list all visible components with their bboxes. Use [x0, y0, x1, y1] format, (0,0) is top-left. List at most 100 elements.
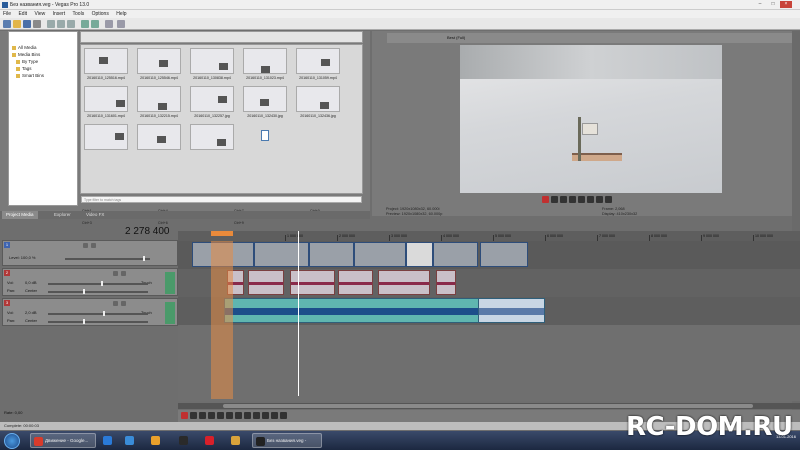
track-header-audio-1[interactable]: 2 Vol: 0,0 dB Pan: Center Touch	[2, 268, 178, 296]
media-item-thumbnail[interactable]	[137, 86, 181, 112]
audio-clip[interactable]	[436, 270, 456, 295]
redo-icon[interactable]	[91, 20, 99, 28]
record-icon[interactable]	[181, 412, 188, 419]
media-item-thumbnail[interactable]	[84, 86, 128, 112]
track-header-video[interactable]: 1 Level: 100,0 %	[2, 240, 178, 266]
time-ruler[interactable]: 1 000 000 2 000 000 3 000 000 4 000 000 5 00…	[178, 231, 800, 241]
media-item-thumbnail[interactable]	[137, 48, 181, 74]
taskbar-item[interactable]: Движение - Google...	[30, 433, 96, 448]
pause-icon[interactable]	[217, 412, 224, 419]
media-item-thumbnail[interactable]	[190, 86, 234, 112]
tab-explorer[interactable]: Explorer	[50, 211, 75, 219]
loop-region-bar[interactable]	[211, 231, 233, 236]
play-icon[interactable]	[208, 412, 215, 419]
paste-icon[interactable]	[67, 20, 75, 28]
media-item-thumbnail[interactable]	[84, 48, 128, 74]
tag-filter-input[interactable]: Type filter to match tags	[81, 196, 362, 203]
close-button[interactable]: ×	[780, 1, 792, 8]
tree-item-media-bins[interactable]: Media Bins	[12, 52, 40, 57]
tree-item-smart-bins[interactable]: Smart Bins	[16, 73, 44, 78]
loop-icon[interactable]	[190, 412, 197, 419]
mute-icon[interactable]	[113, 271, 118, 276]
new-project-icon[interactable]	[3, 20, 11, 28]
solo-icon[interactable]	[91, 243, 96, 248]
audio-clip[interactable]	[338, 270, 373, 295]
tree-item-tags[interactable]: Tags	[16, 66, 32, 71]
volume-knob[interactable]	[101, 281, 103, 286]
audio-clip[interactable]	[378, 270, 430, 295]
taskbar-item[interactable]	[228, 433, 250, 448]
video-clip[interactable]	[254, 242, 309, 267]
audio-clip[interactable]	[248, 270, 284, 295]
media-item-thumbnail[interactable]	[243, 86, 287, 112]
audio-track-lane-1[interactable]	[178, 269, 800, 297]
open-icon[interactable]	[13, 20, 21, 28]
copy-icon[interactable]	[57, 20, 65, 28]
preview-next-frame-icon[interactable]	[605, 196, 612, 203]
undo-icon[interactable]	[81, 20, 89, 28]
media-item-thumbnail[interactable]	[190, 48, 234, 74]
media-item-thumbnail[interactable]	[296, 48, 340, 74]
video-clip[interactable]	[433, 242, 478, 267]
pan-slider[interactable]	[48, 291, 148, 293]
pan-slider[interactable]	[48, 321, 148, 323]
preview-loop-icon[interactable]	[551, 196, 558, 203]
pan-knob[interactable]	[83, 289, 85, 294]
go-to-end-icon[interactable]	[262, 412, 269, 419]
save-icon[interactable]	[23, 20, 31, 28]
scrollbar-thumb[interactable]	[223, 404, 753, 408]
taskbar-item[interactable]	[148, 433, 170, 448]
media-item-thumbnail[interactable]	[243, 48, 287, 74]
media-item-thumbnail[interactable]	[84, 124, 128, 150]
menu-options[interactable]: Options	[89, 10, 112, 18]
preview-play-icon[interactable]	[569, 196, 576, 203]
mute-icon[interactable]	[113, 301, 118, 306]
level-slider-knob[interactable]	[143, 256, 145, 261]
envelope-tool-icon[interactable]	[117, 20, 125, 28]
preview-play-from-start-icon[interactable]	[560, 196, 567, 203]
media-item-document[interactable]	[243, 124, 287, 150]
video-clip[interactable]	[309, 242, 354, 267]
play-from-start-icon[interactable]	[199, 412, 206, 419]
media-item-thumbnail[interactable]	[296, 86, 340, 112]
properties-icon[interactable]	[33, 20, 41, 28]
rewind-icon[interactable]	[271, 412, 278, 419]
track-header-audio-2[interactable]: 3 Vol: 2,0 dB Pan: Center Touch	[2, 298, 178, 326]
tab-project-media[interactable]: Project Media	[2, 211, 38, 219]
start-button[interactable]	[4, 433, 20, 449]
next-frame-icon[interactable]	[244, 412, 251, 419]
solo-icon[interactable]	[121, 301, 126, 306]
pan-knob[interactable]	[83, 319, 85, 324]
prev-frame-icon[interactable]	[235, 412, 242, 419]
taskbar-item[interactable]	[122, 433, 142, 448]
audio-clip[interactable]	[290, 270, 335, 295]
mute-icon[interactable]	[83, 243, 88, 248]
menu-edit[interactable]: Edit	[15, 10, 30, 18]
video-clip[interactable]	[480, 242, 528, 267]
volume-slider[interactable]	[48, 313, 148, 315]
menu-tools[interactable]: Tools	[70, 10, 88, 18]
audio-clip[interactable]	[478, 298, 545, 323]
taskbar-item[interactable]	[176, 433, 198, 448]
playhead-cursor[interactable]	[298, 231, 299, 396]
media-item-thumbnail[interactable]	[190, 124, 234, 150]
volume-slider[interactable]	[48, 283, 148, 285]
go-to-start-icon[interactable]	[253, 412, 260, 419]
timeline[interactable]: 1 000 000 2 000 000 3 000 000 4 000 000 5 00…	[178, 231, 800, 401]
menu-insert[interactable]: Insert	[50, 10, 69, 18]
volume-knob[interactable]	[103, 311, 105, 316]
preview-pause-icon[interactable]	[578, 196, 585, 203]
solo-icon[interactable]	[121, 271, 126, 276]
preview-stop-icon[interactable]	[587, 196, 594, 203]
menu-view[interactable]: View	[31, 10, 48, 18]
preview-record-icon[interactable]	[542, 196, 549, 203]
tree-item-all-media[interactable]: All Media	[12, 45, 37, 50]
preview-quality-select[interactable]: Best (Full)	[447, 35, 465, 40]
tree-item-by-type[interactable]: By Type	[16, 59, 38, 64]
maximize-button[interactable]: □	[767, 1, 779, 8]
fast-forward-icon[interactable]	[280, 412, 287, 419]
photo-clip[interactable]	[406, 242, 433, 267]
timeline-scrollbar[interactable]	[178, 403, 800, 409]
stop-icon[interactable]	[226, 412, 233, 419]
minimize-button[interactable]: –	[754, 1, 766, 8]
